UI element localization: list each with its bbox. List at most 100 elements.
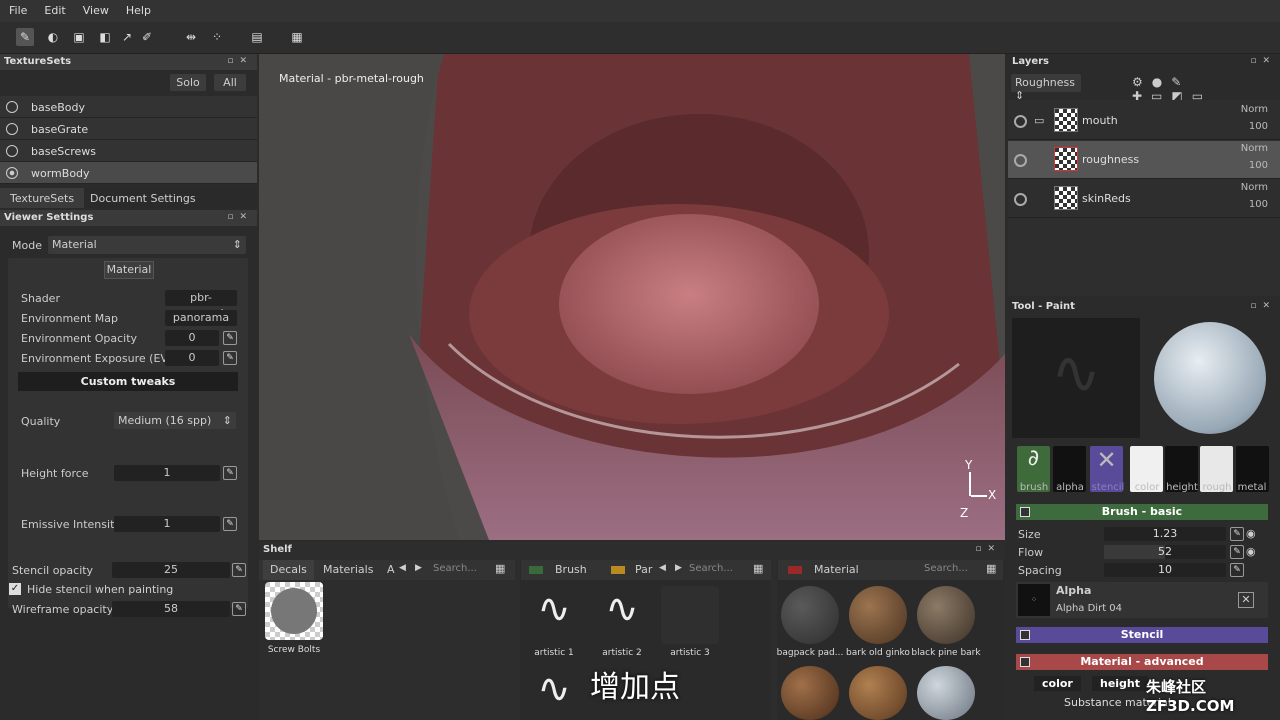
material-tab[interactable]: Material — [104, 261, 154, 279]
tab-material[interactable]: Material — [814, 563, 859, 576]
spacing-slider[interactable]: 10 — [1104, 563, 1226, 577]
tab-document-settings[interactable]: Document Settings — [80, 188, 206, 208]
textureset-item[interactable]: wormBody — [0, 162, 257, 184]
mat-height-toggle[interactable]: height — [1092, 676, 1149, 691]
grid-view-icon[interactable]: ▦ — [986, 562, 996, 575]
viewport-3d[interactable]: Material - pbr-metal-rough Y X Z — [259, 54, 1005, 540]
visibility-eye-icon[interactable] — [1014, 115, 1027, 128]
arrow-right-icon[interactable]: ▶ — [675, 563, 682, 573]
panel-window-icons[interactable]: ▫✕ — [1250, 301, 1276, 311]
material-thumb[interactable] — [849, 666, 907, 720]
decal-thumb[interactable] — [265, 582, 323, 640]
pressure-icon[interactable]: ◉ — [1246, 527, 1256, 540]
wireframe-slider[interactable]: 58 — [112, 601, 230, 617]
layer-row[interactable]: roughness Norm 100 — [1008, 141, 1280, 179]
grid-view-icon[interactable]: ▦ — [495, 562, 505, 575]
textureset-item[interactable]: baseGrate — [0, 118, 257, 140]
tab-a[interactable]: A — [387, 563, 395, 576]
radio-icon[interactable] — [6, 167, 18, 179]
brush-basic-header[interactable]: Brush - basic — [1016, 504, 1268, 520]
quality-select[interactable]: Medium (16 spp) ⇕ — [114, 412, 236, 429]
alpha-slot[interactable] — [1016, 582, 1268, 618]
edit-pen-icon[interactable]: ✎ — [1230, 563, 1244, 577]
pressure-icon[interactable]: ◉ — [1246, 545, 1256, 558]
edit-pen-icon[interactable]: ✎ — [1230, 545, 1244, 559]
tab-particles[interactable]: Par — [635, 563, 652, 576]
mode-select[interactable]: Material ⇕ — [48, 236, 246, 254]
flow-slider[interactable]: 52 — [1104, 545, 1226, 559]
material-thumb[interactable] — [917, 586, 975, 644]
material-thumb[interactable] — [781, 586, 839, 644]
edit-pen-icon[interactable]: ✎ — [232, 563, 246, 577]
search-input[interactable]: Search... — [924, 563, 968, 574]
tab-decals[interactable]: Decals — [263, 560, 314, 580]
layer-row[interactable]: skinReds Norm 100 — [1008, 180, 1280, 218]
layer-row[interactable]: ▭ mouth Norm 100 — [1008, 102, 1280, 140]
tab-materials[interactable]: Materials — [319, 563, 377, 576]
all-button[interactable]: All — [214, 74, 246, 91]
brush-thumb[interactable] — [661, 586, 719, 644]
stencil-opacity-slider[interactable]: 25 — [112, 562, 230, 578]
visibility-eye-icon[interactable] — [1014, 193, 1027, 206]
menu-view[interactable]: View — [74, 0, 117, 17]
hide-stencil-checkbox[interactable]: ✓ — [9, 583, 21, 595]
height-force-slider[interactable]: 1 — [114, 465, 220, 481]
tab-texturesets[interactable]: TextureSets — [0, 188, 85, 208]
material-thumb[interactable] — [917, 666, 975, 720]
visibility-eye-icon[interactable] — [1014, 154, 1027, 167]
material-advanced-header[interactable]: Material - advanced — [1016, 654, 1268, 670]
emissive-slider[interactable]: 1 — [114, 516, 220, 532]
material-thumb[interactable] — [781, 666, 839, 720]
radio-icon[interactable] — [6, 145, 18, 157]
size-slider[interactable]: 1.23 — [1104, 527, 1226, 541]
textureset-item[interactable]: baseBody — [0, 96, 257, 118]
panel-window-icons[interactable]: ▫✕ — [1250, 56, 1276, 66]
shader-select[interactable]: pbr-m...rough — [165, 290, 237, 320]
projection-icon[interactable]: ▣ — [70, 28, 88, 46]
search-input[interactable]: Search... — [433, 563, 477, 574]
edit-pen-icon[interactable]: ✎ — [223, 351, 237, 365]
polygon-fill-icon[interactable]: ◧ — [96, 28, 114, 46]
view-3d-icon[interactable]: ▤ — [248, 28, 266, 46]
menu-help[interactable]: Help — [117, 0, 159, 17]
custom-tweaks-button[interactable]: Custom tweaks — [18, 372, 238, 391]
layer-tool-icons[interactable]: ⚙●✎ ✚▭◩▭ — [1132, 75, 1280, 103]
close-icon[interactable]: ✕ — [1238, 592, 1254, 608]
collapse-checkbox[interactable] — [1020, 507, 1030, 517]
camera-icon[interactable]: ▦ — [288, 28, 306, 46]
radio-icon[interactable] — [6, 123, 18, 135]
textureset-item[interactable]: baseScrews — [0, 140, 257, 162]
brush-thumb[interactable]: ∿ — [525, 586, 583, 644]
env-opacity-field[interactable]: 0 — [165, 330, 219, 346]
channel-select[interactable]: Roughness ⇕ — [1011, 74, 1081, 102]
paint-brush-icon[interactable]: ✎ — [16, 28, 34, 46]
edit-pen-icon[interactable]: ✎ — [223, 517, 237, 531]
edit-pen-icon[interactable]: ✎ — [223, 331, 237, 345]
grid-icon[interactable]: ⁘ — [208, 28, 226, 46]
solo-button[interactable]: Solo — [170, 74, 206, 91]
arrow-left-icon[interactable]: ◀ — [399, 563, 406, 573]
stencil-header[interactable]: Stencil — [1016, 627, 1268, 643]
env-map-select[interactable]: panorama — [165, 310, 237, 326]
arrow-left-icon[interactable]: ◀ — [659, 563, 666, 573]
env-exposure-field[interactable]: 0 — [165, 350, 219, 366]
edit-pen-icon[interactable]: ✎ — [223, 466, 237, 480]
edit-pen-icon[interactable]: ✎ — [232, 602, 246, 616]
search-input[interactable]: Search... — [689, 563, 733, 574]
material-thumb[interactable] — [849, 586, 907, 644]
panel-window-icons[interactable]: ▫✕ — [975, 544, 1001, 554]
menu-edit[interactable]: Edit — [35, 0, 73, 17]
smudge-icon[interactable]: ↗ — [118, 28, 136, 46]
radio-icon[interactable] — [6, 101, 18, 113]
menu-file[interactable]: File — [0, 0, 35, 17]
eraser-icon[interactable]: ◐ — [44, 28, 62, 46]
tab-brush[interactable]: Brush — [555, 563, 587, 576]
arrow-right-icon[interactable]: ▶ — [415, 563, 422, 573]
panel-window-icons[interactable]: ▫✕ — [227, 56, 253, 66]
edit-pen-icon[interactable]: ✎ — [1230, 527, 1244, 541]
panel-window-icons[interactable]: ▫✕ — [227, 212, 253, 222]
mat-color-toggle[interactable]: color — [1034, 676, 1081, 691]
brush-thumb[interactable]: ∿ — [593, 586, 651, 644]
symmetry-icon[interactable]: ⇹ — [182, 28, 200, 46]
brush-thumb[interactable]: ∿ — [525, 666, 583, 716]
